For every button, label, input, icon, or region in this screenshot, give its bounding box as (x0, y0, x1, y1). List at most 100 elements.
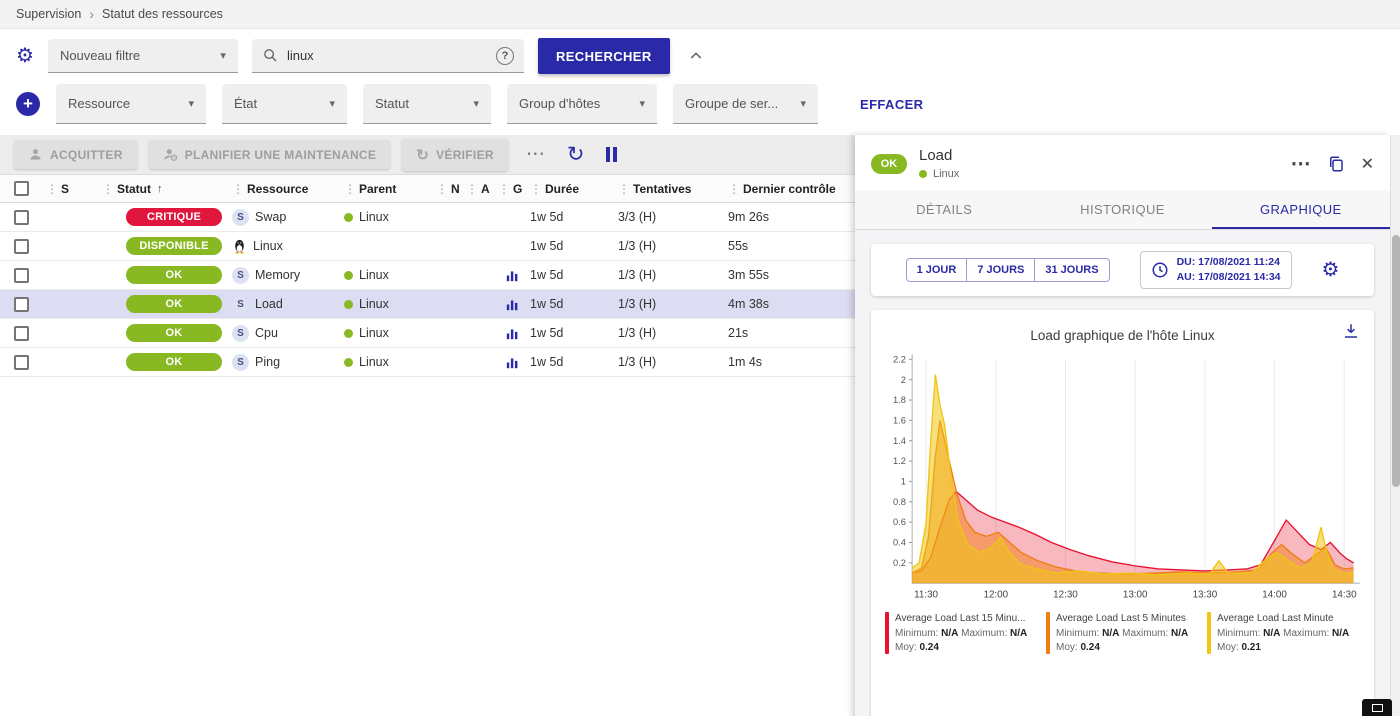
vertical-scrollbar[interactable] (1390, 135, 1400, 716)
column-header-a[interactable]: ⋮ A (466, 182, 498, 196)
graph-settings-gear-icon[interactable]: ⚙ (1322, 260, 1340, 280)
last-check-value: 9m 26s (728, 210, 769, 224)
column-header-duree[interactable]: ⋮ Durée (530, 182, 618, 196)
table-row[interactable]: CRITIQUE S Swap Linux 1w 5d 3/3 (H) 9m 2… (0, 203, 855, 232)
acknowledge-button[interactable]: ACQUITTER (14, 140, 137, 169)
column-header-n[interactable]: ⋮ N (436, 182, 466, 196)
close-panel-icon[interactable]: ✕ (1361, 154, 1374, 174)
svg-text:13:00: 13:00 (1123, 590, 1148, 601)
filter-chip-statut[interactable]: Statut ▾ (363, 84, 491, 124)
legend-min-value: N/A (941, 628, 958, 639)
row-checkbox[interactable] (14, 268, 29, 283)
row-checkbox[interactable] (14, 326, 29, 341)
table-row[interactable]: OK S Memory Linux 1w 5d 1/3 (H) 3m 55s (0, 261, 855, 290)
panel-more-button[interactable]: ⋯ (1291, 159, 1311, 169)
check-button[interactable]: ↻ VÉRIFIER (402, 139, 508, 171)
clear-filters-button[interactable]: EFFACER (860, 97, 923, 112)
tab-details[interactable]: DÉTAILS (855, 190, 1033, 229)
chevron-down-icon: ▾ (800, 97, 806, 110)
search-button[interactable]: RECHERCHER (538, 38, 670, 74)
svg-text:1.2: 1.2 (893, 456, 906, 466)
filter-settings-gear-icon[interactable]: ⚙ (16, 46, 34, 66)
column-header-g[interactable]: ⋮ G (498, 182, 530, 196)
breadcrumb: Supervision › Statut des ressources (0, 0, 1400, 29)
row-checkbox[interactable] (14, 210, 29, 225)
pause-autorefresh-button[interactable] (600, 147, 623, 162)
search-input[interactable] (287, 48, 488, 63)
acknowledge-label: ACQUITTER (50, 148, 123, 162)
search-help-icon[interactable]: ? (496, 47, 514, 65)
column-drag-icon[interactable]: ⋮ (466, 182, 478, 196)
add-criteria-button[interactable]: + (16, 92, 40, 116)
chevron-down-icon: ▾ (188, 97, 194, 110)
column-drag-icon[interactable]: ⋮ (46, 182, 58, 196)
scrollbar-thumb[interactable] (1392, 235, 1400, 487)
column-drag-icon[interactable]: ⋮ (498, 182, 510, 196)
tab-historique[interactable]: HISTORIQUE (1033, 190, 1211, 229)
column-header-s[interactable]: ⋮ S (46, 182, 102, 196)
column-drag-icon[interactable]: ⋮ (102, 182, 114, 196)
parent-name: Linux (359, 210, 389, 224)
column-header-statut[interactable]: ⋮ Statut ↑ (102, 182, 232, 196)
legend-item-load15[interactable]: Average Load Last 15 Minu... Minimum: N/… (885, 612, 1038, 656)
fullscreen-button[interactable] (1362, 699, 1392, 716)
column-drag-icon[interactable]: ⋮ (530, 182, 542, 196)
column-header-ressource[interactable]: ⋮ Ressource (232, 182, 344, 196)
table-row-selected[interactable]: OK S Load Linux 1w 5d 1/3 (H) 4m 38s (0, 290, 855, 319)
column-header-dernier-controle[interactable]: ⋮ Dernier contrôle (728, 182, 855, 196)
svg-text:2.2: 2.2 (893, 354, 906, 364)
parent-status-dot (344, 213, 353, 222)
row-checkbox[interactable] (14, 239, 29, 254)
row-checkbox[interactable] (14, 355, 29, 370)
column-drag-icon[interactable]: ⋮ (344, 182, 356, 196)
resource-name: Cpu (255, 326, 278, 340)
legend-item-load5[interactable]: Average Load Last 5 Minutes Minimum: N/A… (1046, 612, 1199, 656)
column-drag-icon[interactable]: ⋮ (728, 182, 740, 196)
resource-name: Memory (255, 268, 300, 282)
graph-icon[interactable] (506, 327, 519, 340)
service-type-icon: S (232, 354, 249, 371)
parent-status-dot (344, 300, 353, 309)
column-drag-icon[interactable]: ⋮ (436, 182, 448, 196)
table-row[interactable]: DISPONIBLE Linux 1w 5d 1/3 (H) 55s (0, 232, 855, 261)
custom-period-picker[interactable]: DU: 17/08/2021 11:24 AU: 17/08/2021 14:3… (1140, 251, 1292, 289)
search-box: ? (252, 39, 524, 73)
range-1day-button[interactable]: 1 JOUR (906, 258, 968, 282)
refresh-list-button[interactable]: ↻ (563, 144, 589, 165)
filter-chip-etat[interactable]: État ▾ (222, 84, 347, 124)
legend-item-load1[interactable]: Average Load Last Minute Minimum: N/A Ma… (1207, 612, 1360, 656)
resource-name: Ping (255, 355, 280, 369)
legend-max-value: N/A (1010, 628, 1027, 639)
copy-link-icon[interactable] (1327, 155, 1345, 173)
range-7days-button[interactable]: 7 JOURS (967, 258, 1035, 282)
export-graph-icon[interactable] (1342, 322, 1360, 340)
table-row[interactable]: OK S Cpu Linux 1w 5d 1/3 (H) 21s (0, 319, 855, 348)
graph-icon[interactable] (506, 356, 519, 369)
graph-icon[interactable] (506, 269, 519, 282)
table-row[interactable]: OK S Ping Linux 1w 5d 1/3 (H) 1m 4s (0, 348, 855, 377)
filter-area: ⚙ Nouveau filtre ▾ ? RECHERCHER + Ressou… (0, 29, 1400, 135)
column-header-parent[interactable]: ⋮ Parent (344, 182, 436, 196)
parent-name: Linux (359, 326, 389, 340)
chevron-down-icon: ▾ (473, 97, 479, 110)
more-actions-button[interactable]: ⋯ (520, 143, 551, 166)
range-31days-button[interactable]: 31 JOURS (1035, 258, 1109, 282)
breadcrumb-section[interactable]: Supervision (16, 7, 81, 21)
column-header-tentatives[interactable]: ⋮ Tentatives (618, 182, 728, 196)
filter-preset-select[interactable]: Nouveau filtre ▾ (48, 39, 238, 73)
actions-toolbar: ACQUITTER PLANIFIER UNE MAINTENANCE ↻ VÉ… (0, 135, 855, 175)
filter-chip-groupe-services[interactable]: Groupe de ser... ▾ (673, 84, 818, 124)
column-drag-icon[interactable]: ⋮ (232, 182, 244, 196)
row-checkbox[interactable] (14, 297, 29, 312)
service-type-icon: S (232, 296, 249, 313)
select-all-checkbox[interactable] (14, 181, 29, 196)
filter-chip-ressource[interactable]: Ressource ▾ (56, 84, 206, 124)
collapse-filters-chevron-icon[interactable] (688, 48, 704, 64)
person-clock-icon (163, 147, 178, 162)
set-downtime-button[interactable]: PLANIFIER UNE MAINTENANCE (149, 140, 391, 169)
tab-graphique[interactable]: GRAPHIQUE (1212, 190, 1390, 229)
filter-chip-groupe-hotes[interactable]: Group d'hôtes ▾ (507, 84, 657, 124)
status-badge: OK (126, 295, 222, 313)
graph-icon[interactable] (506, 298, 519, 311)
column-drag-icon[interactable]: ⋮ (618, 182, 630, 196)
